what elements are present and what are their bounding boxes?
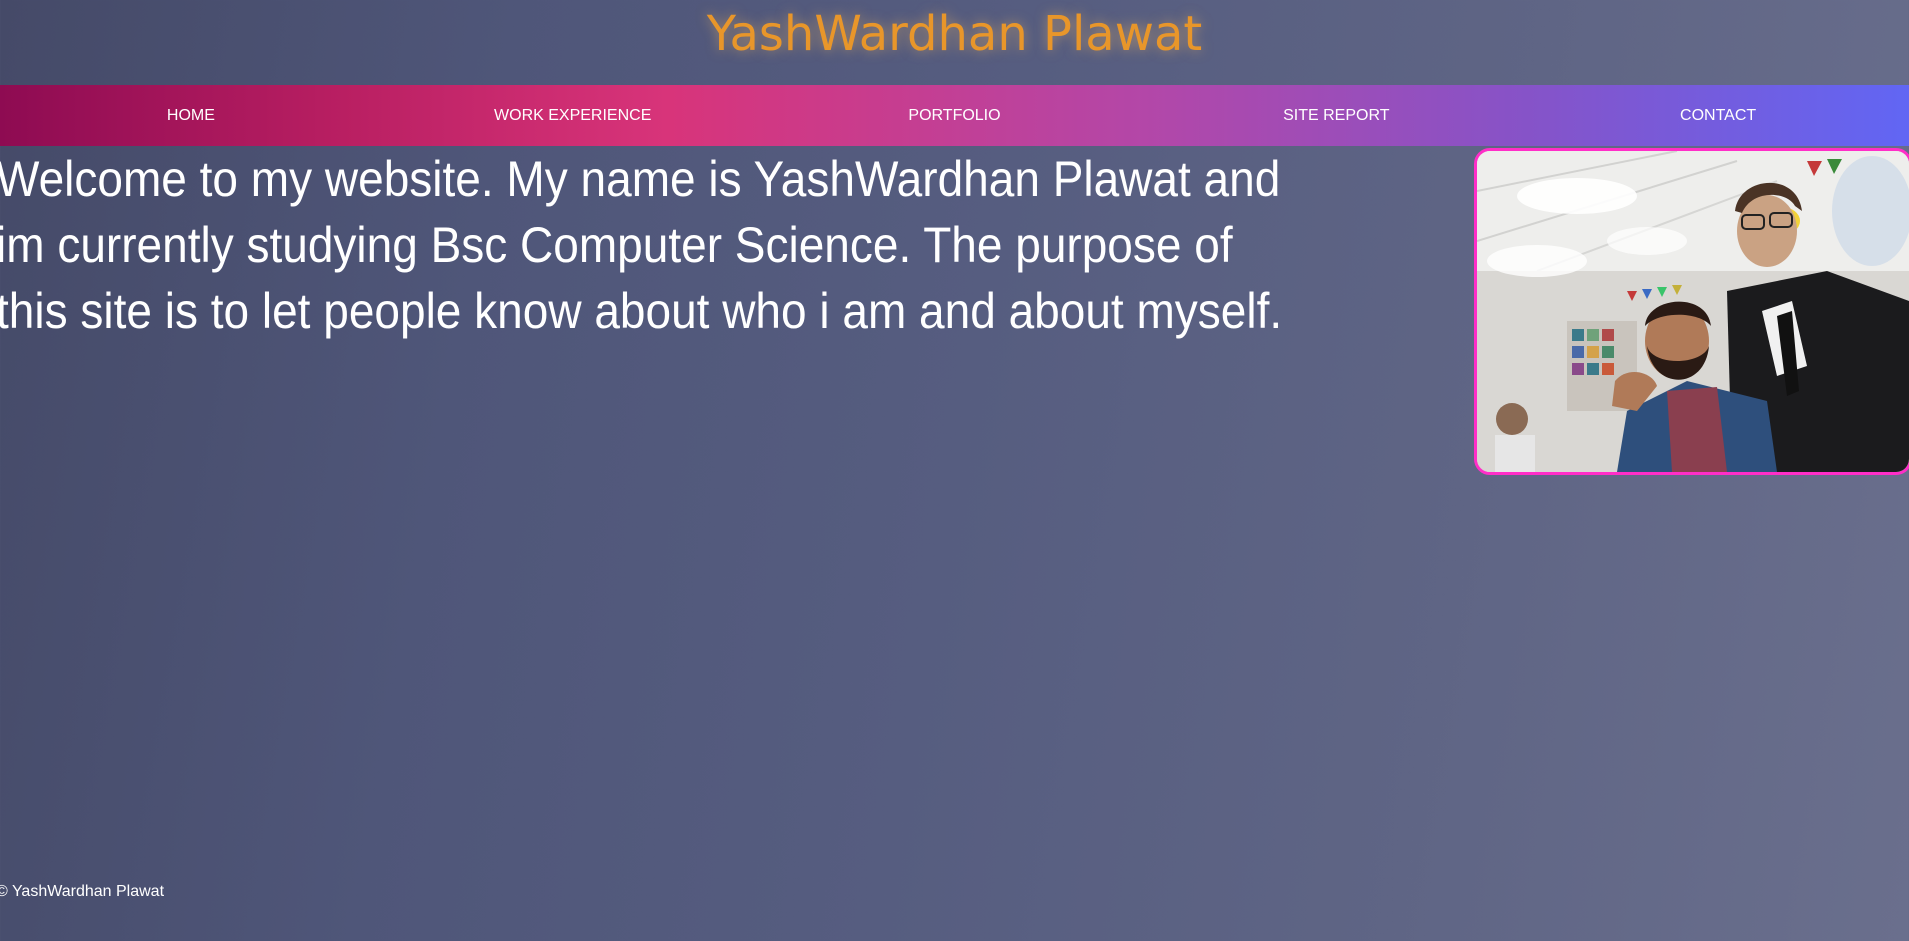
nav-item-home[interactable]: HOME (0, 85, 382, 146)
nav-item-work-experience[interactable]: WORK EXPERIENCE (382, 85, 764, 146)
footer-copyright: © YashWardhan Plawat (0, 883, 165, 900)
nav-item-portfolio[interactable]: PORTFOLIO (764, 85, 1146, 146)
photo-illustration (1477, 151, 1909, 472)
intro-text: Welcome to my website. My name is YashWa… (0, 151, 1283, 339)
main-nav: HOME WORK EXPERIENCE PORTFOLIO SITE REPO… (0, 85, 1909, 146)
nav-item-site-report[interactable]: SITE REPORT (1145, 85, 1527, 146)
nav-item-contact[interactable]: CONTACT (1527, 85, 1909, 146)
site-title: YashWardhan Plawat (706, 6, 1203, 62)
profile-photo (1474, 148, 1909, 475)
